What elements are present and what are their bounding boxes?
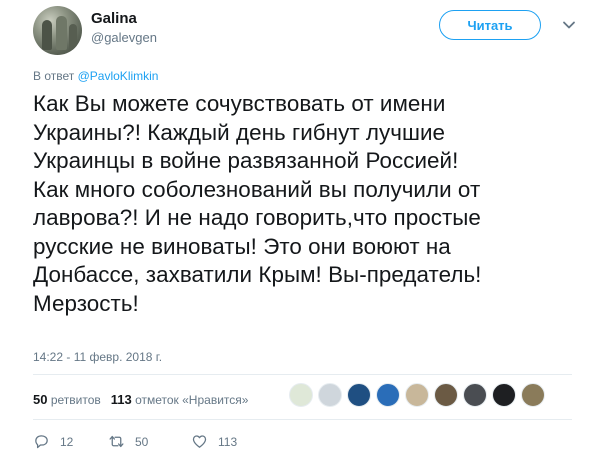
reply-count: 12 xyxy=(60,434,74,449)
tweet-line: лаврова?! И не надо говорить,что простые xyxy=(33,205,481,230)
liker-avatar[interactable] xyxy=(347,383,371,407)
reply-icon xyxy=(35,435,48,449)
reply-context: В ответ @PavloKlimkin xyxy=(33,69,158,83)
tweet-line: Мерзость! xyxy=(33,290,139,316)
retweets-label: ретвитов xyxy=(50,393,101,407)
tweet-line: Украинцы в войне развязанной Россией! xyxy=(33,148,459,173)
avatar-figure xyxy=(42,20,52,50)
tweet-line: Как Вы можете сочувствовать от имени xyxy=(33,91,446,116)
divider xyxy=(33,374,572,375)
tweet-line: Как много соболезнований вы получили от xyxy=(33,176,481,202)
user-name[interactable]: Galina xyxy=(91,10,137,27)
tweet-actions: 12 50 113 xyxy=(33,433,293,453)
liker-avatar[interactable] xyxy=(318,383,342,407)
tweet-text: Как Вы можете сочувствовать от имени Укр… xyxy=(33,90,593,318)
liker-avatar[interactable] xyxy=(434,383,458,407)
retweets-stat[interactable]: 50 ретвитов xyxy=(33,392,101,407)
likes-label: отметок «Нравится» xyxy=(135,393,249,407)
retweet-icon xyxy=(109,435,124,448)
like-count: 113 xyxy=(218,434,238,449)
liker-avatar[interactable] xyxy=(376,383,400,407)
retweet-count: 50 xyxy=(135,434,149,449)
liker-avatar[interactable] xyxy=(492,383,516,407)
reply-prefix: В ответ xyxy=(33,69,75,83)
likes-stat[interactable]: 113 отметок «Нравится» xyxy=(111,392,249,407)
like-button[interactable]: 113 xyxy=(191,433,237,450)
liker-avatar[interactable] xyxy=(463,383,487,407)
reply-button[interactable]: 12 xyxy=(33,433,73,450)
liker-avatar[interactable] xyxy=(289,383,313,407)
liker-avatar[interactable] xyxy=(521,383,545,407)
liker-avatar[interactable] xyxy=(405,383,429,407)
tweet-line: Украины?! Каждый день гибнут лучшие xyxy=(33,119,446,145)
tweet-line: Донбассе, захватили Крым! Вы-предатель! xyxy=(33,262,482,287)
follow-button[interactable]: Читать xyxy=(439,10,541,40)
likes-count: 113 xyxy=(110,392,132,407)
reply-mention-link[interactable]: @PavloKlimkin xyxy=(78,69,159,83)
avatar-figure xyxy=(56,16,67,50)
tweet-line: русские не виноваты! Это они воюют на xyxy=(33,233,451,259)
retweet-button[interactable]: 50 xyxy=(108,433,148,450)
retweets-count: 50 xyxy=(33,392,48,407)
user-avatar[interactable] xyxy=(33,6,82,55)
divider xyxy=(33,419,572,420)
likers-avatars xyxy=(289,383,545,407)
heart-icon xyxy=(192,435,207,448)
avatar-figure xyxy=(69,24,77,50)
chevron-down-icon[interactable] xyxy=(562,18,576,32)
tweet-stats: 50 ретвитов 113 отметок «Нравится» xyxy=(33,392,248,407)
user-handle[interactable]: @galevgen xyxy=(91,30,157,45)
tweet-timestamp[interactable]: 14:22 - 11 февр. 2018 г. xyxy=(33,350,162,364)
